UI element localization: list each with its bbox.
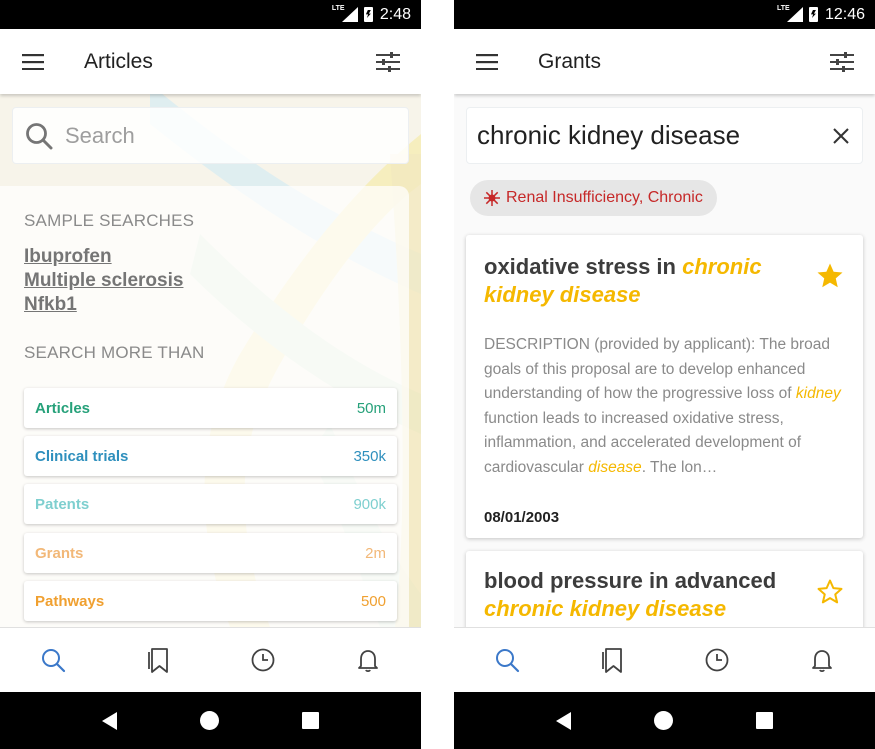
nav-bookmarks[interactable]: [105, 628, 210, 692]
category-grants[interactable]: Grants 2m: [24, 533, 397, 573]
result-card[interactable]: oxidative stress in chronic kidney disea…: [466, 235, 863, 538]
desc-text: DESCRIPTION (provided by applicant): The…: [484, 336, 831, 402]
sample-search-link[interactable]: Nfkb1: [24, 294, 77, 316]
nav-history[interactable]: [665, 628, 770, 692]
search-icon: [41, 649, 65, 673]
battery-icon: [363, 7, 373, 22]
category-articles[interactable]: Articles 50m: [24, 388, 397, 428]
search-input[interactable]: Search: [12, 107, 409, 164]
close-icon[interactable]: [820, 107, 862, 164]
grants-screen: LTE 12:46 Grants chronic kidney disease: [454, 0, 875, 749]
category-name: Pathways: [35, 592, 105, 610]
star-filled-icon[interactable]: [815, 261, 845, 291]
home-icon[interactable]: [199, 711, 219, 730]
category-count: 500: [360, 592, 386, 610]
nav-notifications[interactable]: [770, 628, 875, 692]
result-title: oxidative stress in chronic kidney disea…: [484, 253, 794, 309]
bookmarks-icon: [147, 648, 168, 673]
bottom-navigation: [0, 627, 421, 692]
history-icon: [705, 648, 729, 672]
back-icon[interactable]: [555, 711, 571, 730]
sample-search-link[interactable]: Ibuprofen: [24, 246, 112, 268]
articles-screen: LTE 2:48 Articles Search SAMPLE SEARCHES…: [0, 0, 421, 749]
search-query: chronic kidney disease: [477, 120, 741, 150]
history-icon: [251, 648, 275, 672]
search-more-heading: SEARCH MORE THAN: [24, 343, 205, 362]
category-clinical-trials[interactable]: Clinical trials 350k: [24, 436, 397, 476]
search-placeholder: Search: [65, 122, 135, 148]
desc-text: . The lon…: [641, 458, 718, 476]
category-name: Clinical trials: [35, 447, 129, 465]
recents-icon[interactable]: [756, 712, 774, 729]
menu-icon[interactable]: [0, 29, 66, 94]
clock: 2:48: [379, 5, 411, 23]
filter-chip[interactable]: Renal Insufficiency, Chronic: [470, 180, 717, 216]
clock: 12:46: [824, 5, 865, 23]
nav-bookmarks[interactable]: [559, 628, 664, 692]
network-type: LTE: [331, 5, 345, 12]
sample-searches-heading: SAMPLE SEARCHES: [24, 211, 195, 230]
system-navigation-bar: [0, 692, 421, 749]
result-card[interactable]: blood pressure in advanced chronic kidne…: [466, 551, 863, 627]
app-bar: Articles: [0, 29, 421, 94]
desc-highlight: kidney: [795, 385, 841, 402]
category-pathways[interactable]: Pathways 500: [24, 581, 397, 621]
category-name: Patents: [35, 495, 90, 513]
nav-history[interactable]: [211, 628, 316, 692]
menu-icon[interactable]: [454, 29, 520, 94]
result-title-text: blood pressure in advanced: [484, 568, 777, 593]
category-count: 350k: [353, 447, 386, 465]
notifications-icon: [358, 650, 379, 673]
category-count: 900k: [353, 495, 386, 513]
search-results: chronic kidney disease Renal Insufficien…: [454, 94, 875, 627]
page-title: Grants: [538, 49, 602, 73]
result-date: 08/01/2003: [484, 509, 560, 526]
virus-icon: [484, 190, 500, 206]
status-bar: LTE 12:46: [454, 0, 875, 29]
bottom-navigation: [454, 627, 875, 692]
category-name: Articles: [35, 399, 91, 417]
category-count: 2m: [365, 544, 386, 562]
result-title-text: oxidative stress in: [484, 254, 683, 279]
result-title-highlight: chronic kidney disease: [484, 596, 727, 621]
search-icon: [15, 107, 63, 164]
category-patents[interactable]: Patents 900k: [24, 484, 397, 524]
app-bar: Grants: [454, 29, 875, 94]
notifications-icon: [812, 650, 833, 673]
page-title: Articles: [84, 49, 153, 73]
search-icon: [495, 649, 519, 673]
category-name: Grants: [35, 544, 84, 562]
nav-search[interactable]: [454, 628, 559, 692]
back-icon[interactable]: [101, 711, 117, 730]
result-title: blood pressure in advanced chronic kidne…: [484, 567, 804, 623]
category-count: 50m: [356, 399, 386, 417]
chip-label: Renal Insufficiency, Chronic: [506, 189, 703, 206]
result-description: DESCRIPTION (provided by applicant): The…: [484, 333, 846, 480]
search-home: Search SAMPLE SEARCHES Ibuprofen Multipl…: [0, 94, 421, 627]
star-outline-icon[interactable]: [815, 577, 845, 607]
filter-icon[interactable]: [355, 29, 421, 94]
nav-search[interactable]: [0, 628, 105, 692]
desc-highlight: disease: [588, 458, 642, 476]
signal-icon: LTE: [332, 5, 358, 22]
home-icon[interactable]: [653, 711, 673, 730]
recents-icon[interactable]: [302, 712, 320, 729]
network-type: LTE: [776, 5, 790, 12]
battery-icon: [808, 7, 818, 22]
bookmarks-icon: [601, 648, 622, 673]
status-bar: LTE 2:48: [0, 0, 421, 29]
search-input[interactable]: chronic kidney disease: [466, 107, 863, 164]
signal-icon: LTE: [777, 5, 803, 22]
nav-notifications[interactable]: [316, 628, 421, 692]
filter-icon[interactable]: [809, 29, 875, 94]
system-navigation-bar: [454, 692, 875, 749]
sample-search-link[interactable]: Multiple sclerosis: [24, 270, 183, 292]
